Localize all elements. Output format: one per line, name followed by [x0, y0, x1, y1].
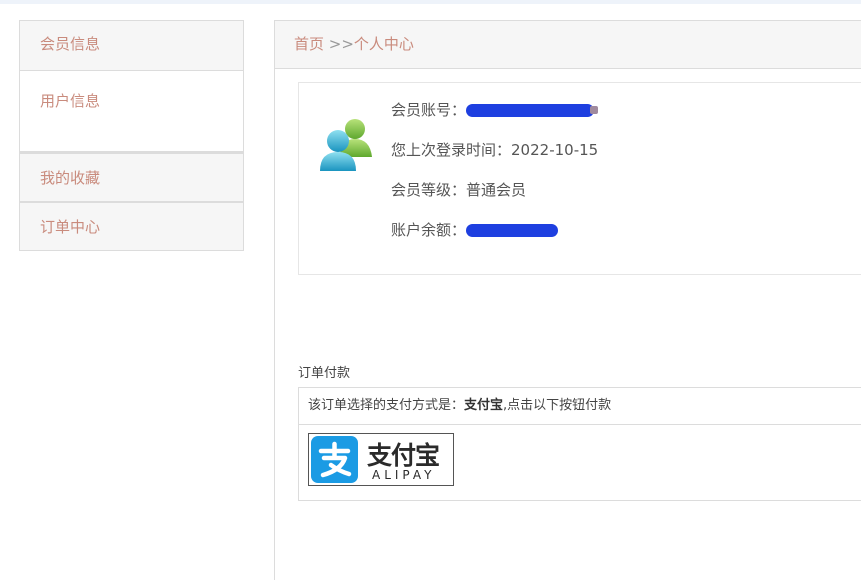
payment-title: 订单付款 — [298, 366, 351, 381]
level-row: 会员等级：普通会员 — [391, 179, 598, 219]
sidebar-item-favorites[interactable]: 我的收藏 — [19, 152, 244, 202]
balance-label: 账户余额： — [391, 221, 467, 239]
top-strip — [0, 0, 861, 4]
account-label: 会员账号： — [391, 101, 467, 119]
main-content: 首页 >>个人中心 会员账号： 您上次登录时间：2022-10-15 会员等级：… — [274, 20, 861, 580]
alipay-logo-cn: 支付宝 — [367, 441, 440, 470]
breadcrumb: 首页 >>个人中心 — [275, 20, 861, 69]
profile-card: 会员账号： 您上次登录时间：2022-10-15 会员等级：普通会员 账户余额： — [298, 82, 861, 275]
profile-rows: 会员账号： 您上次登录时间：2022-10-15 会员等级：普通会员 账户余额： — [391, 99, 598, 259]
account-value-redacted — [466, 104, 599, 117]
last-login-row: 您上次登录时间：2022-10-15 — [391, 139, 598, 179]
payment-box: 该订单选择的支付方式是：支付宝,点击以下按钮付款 支付宝 ALIPAY — [298, 387, 861, 501]
balance-value-redacted — [466, 224, 559, 237]
alipay-pay-button[interactable]: 支付宝 ALIPAY — [308, 433, 454, 486]
sidebar-section-member-info: 会员信息 用户信息 — [19, 20, 244, 152]
last-login-value: 2022-10-15 — [511, 141, 599, 159]
breadcrumb-home-link[interactable]: 首页 — [294, 35, 324, 53]
balance-row: 账户余额： — [391, 219, 598, 259]
sidebar-item-user-info[interactable]: 用户信息 — [20, 70, 243, 151]
payment-description: 该订单选择的支付方式是：支付宝,点击以下按钮付款 — [299, 388, 861, 425]
last-login-label: 您上次登录时间： — [391, 141, 512, 159]
breadcrumb-separator: >> — [324, 35, 354, 53]
level-label: 会员等级： — [391, 181, 467, 199]
sidebar-item-orders[interactable]: 订单中心 — [19, 201, 244, 251]
alipay-logo-en: ALIPAY — [372, 468, 436, 482]
users-icon — [318, 117, 378, 173]
alipay-logo-icon — [311, 436, 358, 483]
sidebar: 会员信息 用户信息 我的收藏 订单中心 — [19, 20, 244, 251]
breadcrumb-current: 个人中心 — [353, 35, 414, 53]
payment-desc-prefix: 该订单选择的支付方式是： — [308, 398, 465, 413]
sidebar-section-title[interactable]: 会员信息 — [20, 21, 243, 70]
payment-method: 支付宝 — [464, 398, 504, 413]
payment-desc-suffix: ,点击以下按钮付款 — [503, 398, 612, 413]
level-value: 普通会员 — [466, 181, 527, 199]
account-row: 会员账号： — [391, 99, 599, 139]
